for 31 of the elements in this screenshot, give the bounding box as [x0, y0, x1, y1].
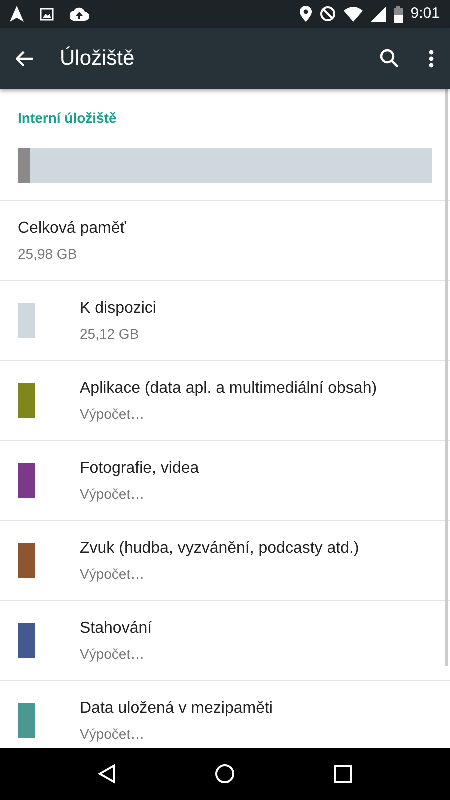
recent-apps-icon[interactable] [334, 765, 352, 783]
item-title: Aplikace (data apl. a multimediální obsah) [80, 378, 378, 398]
location-icon [300, 6, 312, 22]
item-title: Stahování [80, 618, 152, 638]
item-subtitle: 25,12 GB [80, 324, 140, 344]
back-arrow-icon[interactable] [16, 50, 34, 66]
item-title: Celková paměť [18, 218, 128, 238]
item-subtitle: Výpočet… [80, 404, 146, 424]
wifi-icon [344, 6, 363, 22]
more-options-icon[interactable] [429, 50, 434, 68]
do-not-disturb-icon [320, 6, 336, 22]
screen-title: Úložiště [60, 46, 136, 72]
image-icon [40, 8, 54, 20]
item-subtitle: Výpočet… [80, 724, 146, 744]
item-value: 25,98 GB [18, 244, 78, 264]
item-title: Zvuk (hudba, vyzvánění, podcasty atd.) [80, 538, 360, 558]
section-header: Interní úložiště [17, 109, 118, 128]
navigation-icon [10, 6, 24, 22]
item-subtitle: Výpočet… [80, 484, 146, 504]
signal-icon [370, 6, 386, 22]
back-icon[interactable] [98, 764, 116, 784]
item-title: K dispozici [80, 298, 156, 318]
cloud-upload-icon [70, 7, 89, 21]
clock: 9:01 [410, 4, 440, 24]
battery-icon [394, 6, 403, 22]
item-title: Fotografie, videa [80, 458, 200, 478]
item-subtitle: Výpočet… [80, 564, 146, 584]
home-icon[interactable] [214, 764, 235, 784]
item-title: Data uložená v mezipaměti [80, 698, 273, 718]
item-subtitle: Výpočet… [80, 644, 146, 664]
search-icon[interactable] [380, 49, 399, 68]
